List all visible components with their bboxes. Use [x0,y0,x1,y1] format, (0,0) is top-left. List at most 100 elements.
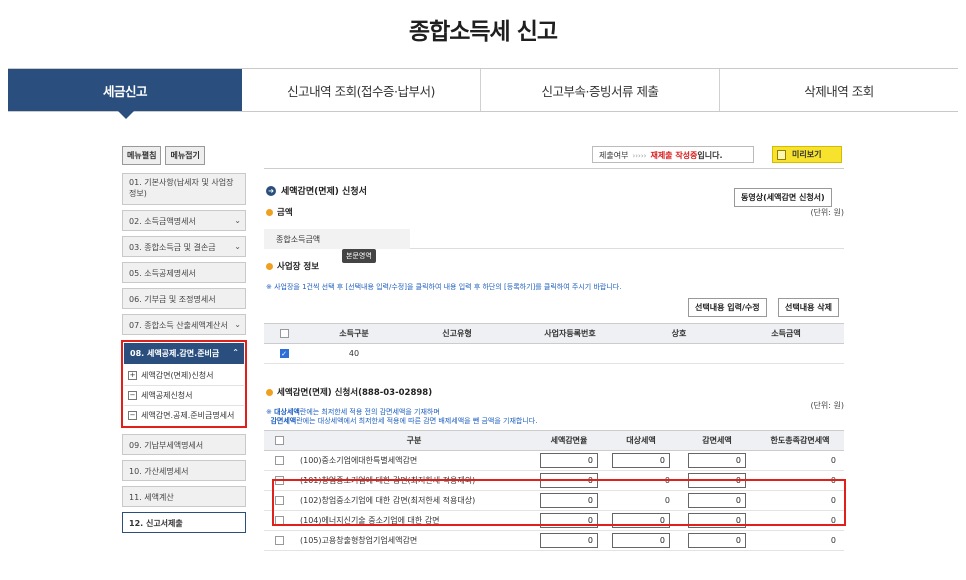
tab-deleted-history[interactable]: 삭제내역 조회 [719,69,958,111]
minus-box-icon: − [128,391,137,400]
divider [264,168,844,169]
table-row[interactable]: (100)중소기업에대한특별세액감면 0 0 0 0 [264,450,844,471]
reduced-input[interactable]: 0 [678,530,756,551]
note-rest-1: 란에는 최저한세 적용 전의 감면세액을 기재하며 [299,408,440,416]
sidebar-item-donation[interactable]: 06. 기부금 및 조정명세서 [122,288,246,309]
row-checkbox[interactable] [264,530,294,551]
reduced-input[interactable]: 0 [678,450,756,471]
select-all-checkbox[interactable] [264,323,304,344]
page-title: 종합소득세 신고 [408,19,558,45]
sidebar-item-penalty[interactable]: 10. 가산세명세서 [122,460,246,481]
tab-filing-history[interactable]: 신고내역 조회(접수증·납부서) [242,69,480,111]
sidebar-group-tax-credit: 08. 세액공제.감면.준비금 ⌃ + 세액감면(면제)신청서 − 세액공제신청서 −… [121,340,247,428]
menu-collapse-button[interactable]: 메뉴접기 [165,146,205,165]
main-content: 제출여부 ››››› 재제출 작성중입니다. 미리보기 ➜ 세액감면(면제) 신청서… [264,146,846,551]
status-prefix: 제출여부 [599,151,629,160]
reduction-title-text: 세액감면(면제) 신청서(888-03-02898) [277,388,433,398]
table-row[interactable]: ✓ 40 [264,343,844,364]
submit-status: 제출여부 ››››› 재제출 작성중입니다. [592,146,754,163]
sidebar-item-label: 06. 기부금 및 조정명세서 [129,295,216,304]
bullet-icon [266,208,273,216]
highlight-box [272,479,846,526]
table-row[interactable]: (105)고용창출형창업기업세액감면 0 0 0 0 [264,530,844,551]
menu-expand-button[interactable]: 메뉴펼침 [122,146,162,165]
col-name: 상호 [630,323,728,344]
cell-amount [728,343,844,364]
note-prefix: ※ [266,408,272,416]
minus-box-icon: − [128,411,137,420]
cell-income-type: 40 [304,343,404,364]
bullet-icon [266,262,273,270]
status-suffix: 입니다. [697,151,723,160]
sidebar-item-submit[interactable]: 12. 신고서제출 [122,512,246,533]
col-target: 대상세액 [604,430,678,451]
sidebar-item-label: 08. 세액공제.감면.준비금 [130,349,220,358]
income-amount-row: 종합소득금액 [264,229,844,249]
preview-label: 미리보기 [792,150,822,159]
business-title-text: 사업장 정보 [277,262,320,272]
tab-tax-filing[interactable]: 세금신고 [8,69,242,119]
col-category: 구분 [294,430,534,451]
sidebar-item-label: 12. 신고서제출 [129,519,183,528]
col-amount: 소득금액 [728,323,844,344]
row-checkbox[interactable] [264,450,294,471]
business-table: 소득구분 신고유형 사업자등록번호 상호 소득금액 ✓ 40 [264,323,844,364]
video-button[interactable]: 동영상(세액감면 신청서) [734,188,832,207]
sidebar-item-deduction[interactable]: 05. 소득공제명세서 [122,262,246,283]
sidebar-item-tax-compute[interactable]: 11. 세액계산 [122,486,246,507]
main-tabs: 세금신고 신고내역 조회(접수증·납부서) 신고부속·증빙서류 제출 삭제내역 … [8,68,958,119]
tooltip-main-area: 본문영역 [342,249,376,263]
chevron-down-icon: ⌄ [234,242,241,251]
cell-report-type [404,343,510,364]
amount-title: 금액 [266,206,293,218]
sidebar-subitem-label: 세액감면(면제)신청서 [141,371,214,380]
edit-selected-button[interactable]: 선택내용 입력/수정 [688,298,767,317]
sidebar-item-prepaid[interactable]: 09. 기납부세액명세서 [122,434,246,455]
sidebar-subitem-reserve-detail[interactable]: − 세액감면.공제.준비금명세서 [124,406,244,425]
reduction-title: 세액감면(면제) 신청서(888-03-02898) [266,386,432,398]
sidebar-item-tax-credit[interactable]: 08. 세액공제.감면.준비금 ⌃ [124,343,244,364]
sidebar-subitem-reduction-request[interactable]: + 세액감면(면제)신청서 [124,366,244,386]
rate-input[interactable]: 0 [534,450,604,471]
chevron-down-icon: ⌄ [234,320,241,329]
row-checkbox[interactable]: ✓ [264,343,304,364]
chevron-down-icon: ⌄ [234,216,241,225]
tab-attachment-submit[interactable]: 신고부속·증빙서류 제출 [480,69,719,111]
cell-limit: 0 [756,450,844,471]
note-bold-2: 감면세액 [270,417,297,425]
chevron-up-icon: ⌃ [232,348,239,357]
status-arrows: ››››› [632,152,647,160]
target-input[interactable]: 0 [604,530,678,551]
sidebar-subitem-credit-request[interactable]: − 세액공제신청서 [124,386,244,406]
target-input[interactable]: 0 [604,450,678,471]
section-title: ➜ 세액감면(면제) 신청서 [266,184,367,197]
note-bold-1: 대상세액 [274,408,300,416]
col-limit: 한도총족감면세액 [756,430,844,451]
business-note: ※ 사업장을 1건씩 선택 후 [선택내용 입력/수정]을 클릭하여 내용 입력… [266,283,622,291]
reduction-unit: (단위: 원) [810,401,844,410]
sidebar-item-income-detail[interactable]: 02. 소득금액명세서 ⌄ [122,210,246,231]
arrow-right-circle-icon: ➜ [266,185,276,196]
sidebar-item-label: 03. 종합소득금 및 결손금 [129,243,216,252]
bullet-icon [266,388,273,396]
sidebar-item-tax-calc[interactable]: 07. 종합소득 산출세액계산서 ⌄ [122,314,246,335]
sidebar-item-label: 10. 가산세명세서 [129,467,189,476]
income-amount-label: 종합소득금액 [264,229,410,249]
rate-input[interactable]: 0 [534,530,604,551]
select-all-checkbox[interactable] [264,430,294,451]
business-title: 사업장 정보 [266,260,319,272]
sidebar-item-label: 02. 소득금액명세서 [129,217,196,226]
amount-unit: (단위: 원) [810,208,844,217]
col-report-type: 신고유형 [404,323,510,344]
col-biz-no: 사업자등록번호 [510,323,630,344]
sidebar-subitem-label: 세액공제신청서 [141,391,193,400]
delete-selected-button[interactable]: 선택내용 삭제 [778,298,839,317]
sidebar-item-basic-info[interactable]: 01. 기본사항(납세자 및 사업장정보) [122,173,246,205]
cell-category: (105)고용창출형창업기업세액감면 [294,530,534,551]
sidebar-item-loss[interactable]: 03. 종합소득금 및 결손금 ⌄ [122,236,246,257]
preview-button[interactable]: 미리보기 [772,146,842,163]
sidebar-menu: 메뉴펼침 메뉴접기 01. 기본사항(납세자 및 사업장정보) 02. 소득금액… [121,146,247,538]
cell-name [630,343,728,364]
sidebar-item-label: 11. 세액계산 [129,493,174,502]
col-rate: 세액감면율 [534,430,604,451]
